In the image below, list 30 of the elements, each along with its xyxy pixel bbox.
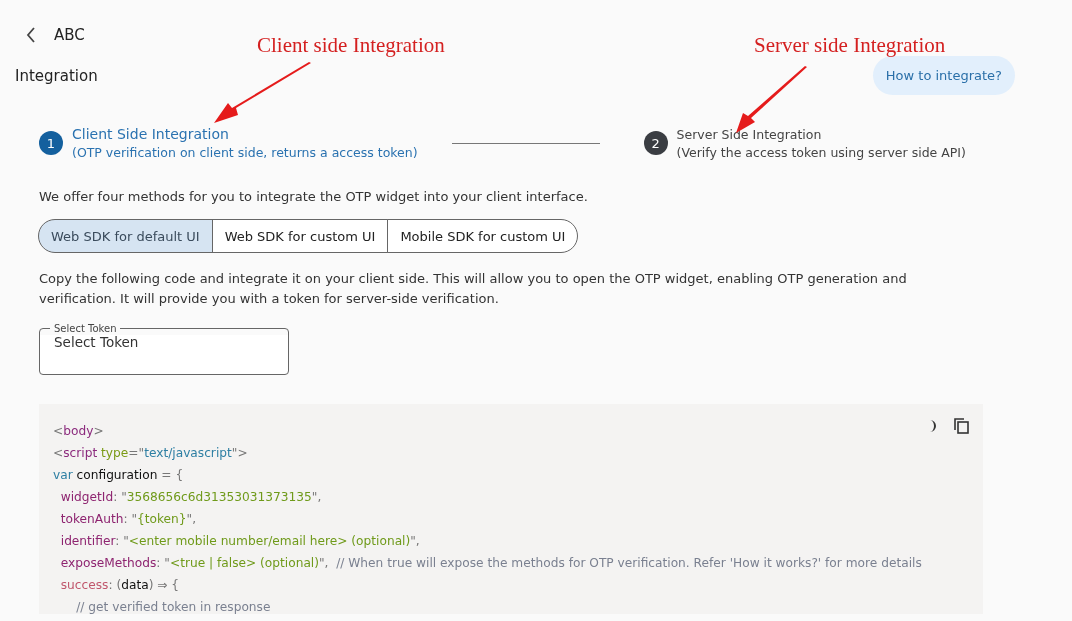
help-button[interactable]: How to integrate? (872, 56, 1015, 95)
sdk-tab[interactable]: Mobile SDK for custom UI (387, 219, 579, 253)
intro-text: We offer four methods for you to integrate the OTP widget into your client interface. (39, 188, 589, 206)
step-number: 2 (643, 131, 668, 155)
copy-icon[interactable] (954, 418, 969, 434)
code-line: exposeMethods: "<true | false> (optional)", // When true will expose the methods for OTP verification. Refer 'How it works?' for more details (59, 555, 922, 572)
annotation-text: Client side Integration (257, 33, 445, 58)
step-subtitle: (OTP verification on client side, returns a access token) (72, 145, 418, 160)
sdk-tab[interactable]: Web SDK for custom UI (211, 219, 389, 253)
code-line: identifier: "<enter mobile number/email here> (optional)", (59, 533, 420, 550)
code-line: tokenAuth: "{token}", (59, 511, 197, 528)
instructions-text: Copy the following code and integrate it on your client side. This will allow you to open the OTP widget, enabling OTP generation and verification. It will provide you with a token for server-side verification. (39, 270, 908, 308)
step-title[interactable]: Server Side Integration (676, 126, 966, 142)
header-title: ABC (54, 26, 85, 44)
code-line: <script type="text/javascript"> (53, 445, 248, 462)
annotation-text: Server side Integration (754, 33, 946, 58)
step-number: 1 (39, 131, 63, 155)
code-line: var configuration = { (53, 467, 184, 484)
code-line: widgetId: "3568656c6d31353031373135", (59, 489, 322, 506)
code-line: // get verified token in response (75, 599, 271, 616)
step-subtitle: (Verify the access token using server side API) (676, 144, 966, 160)
token-select[interactable]: Select Token Select Token (39, 323, 289, 375)
sdk-tab[interactable]: Web SDK for default UI (38, 219, 213, 253)
field-label: Select Token (53, 323, 118, 334)
step-title[interactable]: Client Side Integration (72, 126, 418, 142)
code-line: success: (data) ⇒ { (59, 577, 180, 594)
back-icon[interactable] (26, 27, 36, 43)
page-title: Integration (15, 66, 98, 85)
code-line: <body> (53, 423, 104, 440)
field-value: Select Token (54, 334, 139, 350)
